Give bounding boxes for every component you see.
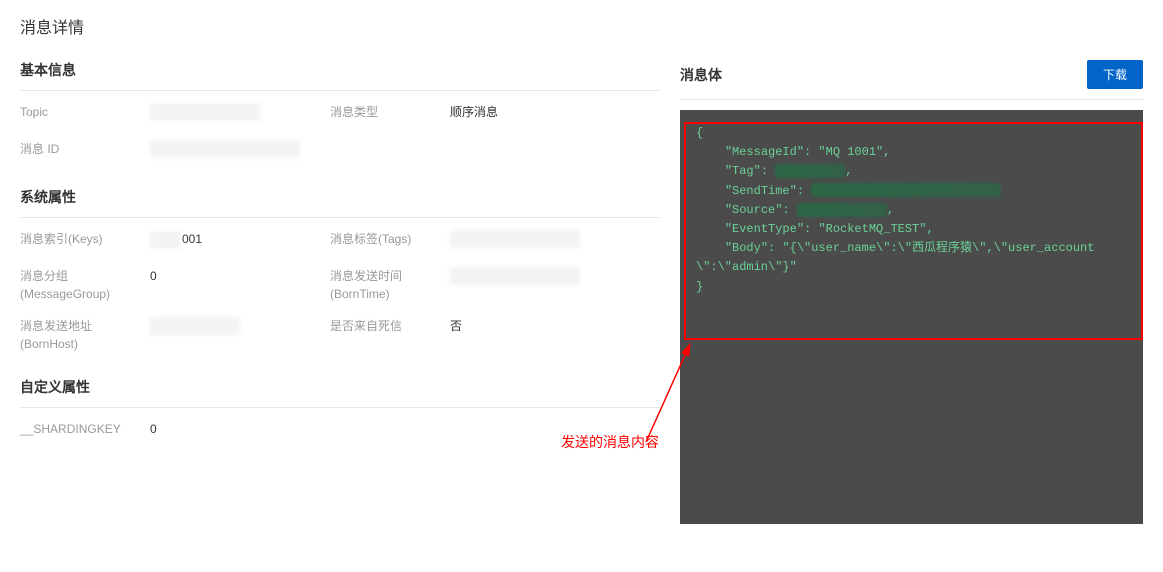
bornhost-label: 消息发送地址 (BornHost): [20, 317, 150, 353]
basic-info-section-title: 基本信息: [20, 54, 660, 91]
tags-value: [450, 230, 630, 253]
group-value: 0: [150, 267, 330, 303]
group-label: 消息分组 (MessageGroup): [20, 267, 150, 303]
page-title: 消息详情: [0, 0, 1163, 54]
system-props-section-title: 系统属性: [20, 181, 660, 218]
msg-type-label: 消息类型: [330, 103, 450, 126]
keys-value: 001: [150, 230, 330, 253]
left-column: 基本信息 Topic 消息类型 顺序消息 消息 ID 系统属性 消息索引(Key…: [20, 54, 660, 524]
annotation-label: 发送的消息内容: [561, 432, 659, 452]
message-body-code[interactable]: { "MessageId": "MQ 1001", "Tag": , "Send…: [680, 110, 1143, 524]
custom-props-section-title: 自定义属性: [20, 371, 660, 408]
topic-label: Topic: [20, 103, 150, 126]
right-column: 消息体 下载 { "MessageId": "MQ 1001", "Tag": …: [680, 54, 1143, 524]
sharding-value: 0: [150, 420, 330, 438]
tags-label: 消息标签(Tags): [330, 230, 450, 253]
dead-label: 是否来自死信: [330, 317, 450, 353]
dead-value: 否: [450, 317, 630, 353]
borntime-label: 消息发送时间 (BornTime): [330, 267, 450, 303]
basic-info-grid: Topic 消息类型 顺序消息 消息 ID: [20, 103, 660, 163]
system-props-grid: 消息索引(Keys) 001 消息标签(Tags) 消息分组 (MessageG…: [20, 230, 660, 353]
bornhost-value: [150, 317, 330, 353]
msg-body-header: 消息体 下载: [680, 54, 1143, 100]
borntime-value: [450, 267, 630, 303]
topic-value: [150, 103, 330, 126]
watermark: @51CTO博客: [1070, 547, 1151, 566]
download-button[interactable]: 下载: [1087, 60, 1143, 89]
msg-id-label: 消息 ID: [20, 140, 150, 163]
msg-type-value: 顺序消息: [450, 103, 630, 126]
keys-label: 消息索引(Keys): [20, 230, 150, 253]
msg-body-title: 消息体: [680, 65, 722, 85]
sharding-label: __SHARDINGKEY: [20, 420, 150, 438]
content-area: 基本信息 Topic 消息类型 顺序消息 消息 ID 系统属性 消息索引(Key…: [0, 54, 1163, 524]
msg-id-value: [150, 140, 330, 163]
